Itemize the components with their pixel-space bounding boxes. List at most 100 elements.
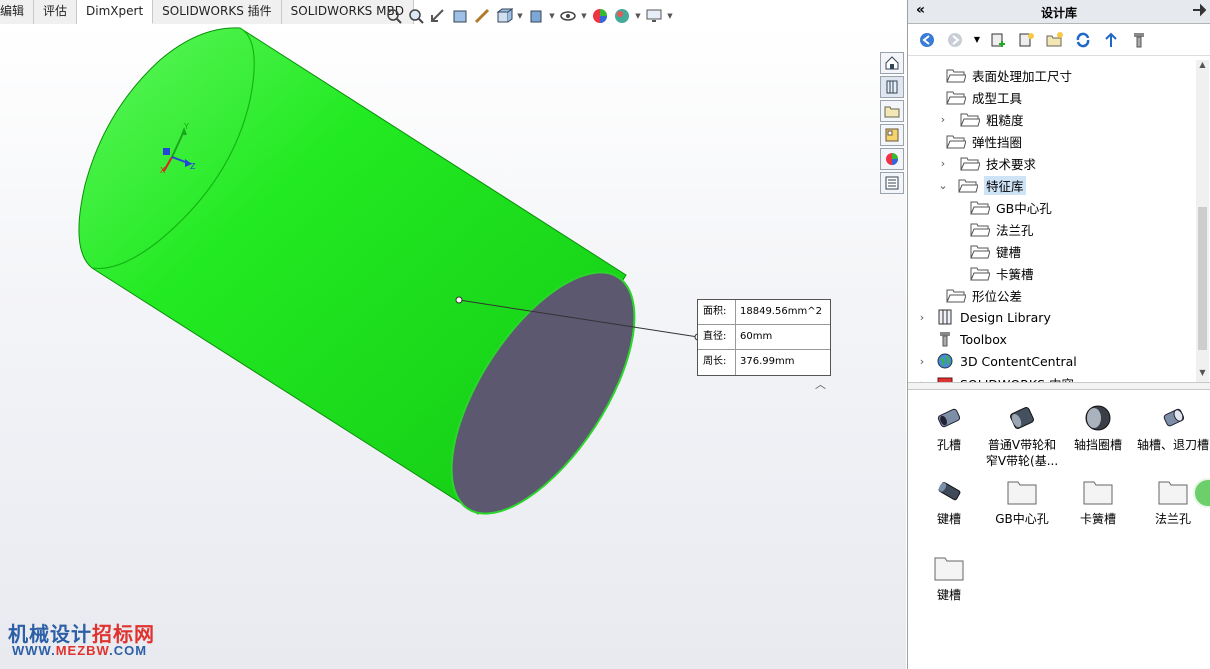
view-settings-icon[interactable] [644, 6, 664, 26]
up-folder-icon[interactable] [1100, 29, 1122, 51]
shaft-groove-icon [1134, 402, 1210, 434]
tree-item-retaining-ring[interactable]: 弹性挡圈 [946, 130, 1022, 152]
tree-item-forming-tools[interactable]: 成型工具 [946, 86, 1022, 108]
design-library-icon [936, 308, 956, 326]
pin-icon[interactable] [1192, 3, 1207, 20]
heads-up-view-toolbar: ▼ ▼ ▼ ▼ ▼ [384, 3, 674, 29]
add-to-library-icon[interactable] [988, 29, 1010, 51]
tree-item-circlip-groove[interactable]: 卡簧槽 [970, 262, 1034, 284]
folder-icon [970, 198, 992, 216]
diameter-value: 60mm [740, 331, 773, 342]
custom-properties-icon[interactable] [880, 172, 904, 194]
folder-icon [946, 132, 968, 150]
view-palette-icon[interactable] [880, 124, 904, 146]
task-pane-tabs [880, 52, 906, 196]
create-new-folder-icon[interactable] [1044, 29, 1066, 51]
scroll-up-icon[interactable]: ▲ [1196, 60, 1209, 74]
history-dropdown-icon[interactable]: ▼ [972, 29, 982, 51]
hide-show-icon[interactable] [558, 6, 578, 26]
tab-dimxpert[interactable]: DimXpert [77, 0, 154, 24]
area-label: 面积: [698, 300, 736, 324]
tree-item-feature-library[interactable]: ⌄ 特征库 [938, 174, 1026, 196]
edit-appearance-icon[interactable] [590, 6, 610, 26]
tab-evaluate[interactable]: 评估 [34, 0, 78, 24]
folder-open-icon [958, 176, 980, 194]
view-orientation-icon[interactable] [494, 6, 514, 26]
home-icon[interactable] [880, 52, 904, 74]
tree-item-tech-requirements[interactable]: › 技术要求 [940, 152, 1036, 174]
file-explorer-icon[interactable] [880, 100, 904, 122]
tab-solidworks-addins[interactable]: SOLIDWORKS 插件 [153, 0, 282, 24]
diameter-label: 直径: [698, 325, 736, 349]
dynamic-annotation-icon[interactable] [472, 6, 492, 26]
tree-item-gdt[interactable]: 形位公差 [946, 284, 1022, 306]
tree-item-solidworks-content[interactable]: ›SOLIDWORKS 内容 [918, 372, 1074, 382]
library-item-keyway[interactable]: 键槽 [910, 476, 988, 527]
collapse-icon[interactable]: ⌄ [938, 179, 948, 192]
expand-icon[interactable]: › [918, 355, 926, 368]
back-icon[interactable] [916, 29, 938, 51]
add-file-location-icon[interactable] [1016, 29, 1038, 51]
tree-item-design-library[interactable]: › Design Library [918, 306, 1051, 328]
hole-slot-icon [910, 402, 988, 434]
scroll-thumb[interactable] [1198, 207, 1207, 350]
expand-icon[interactable]: › [940, 157, 946, 170]
tab-edit[interactable]: 编辑 [0, 0, 35, 24]
globe-icon [936, 352, 956, 370]
tree-item-keyway[interactable]: 键槽 [970, 240, 1021, 262]
tree-scrollbar[interactable]: ▲ ▼ [1196, 60, 1209, 382]
callout-anchor [455, 296, 463, 304]
tree-item-3d-contentcentral[interactable]: › 3D ContentCentral [918, 350, 1077, 372]
tree-item-surface-treatment[interactable]: 表面处理加工尺寸 [946, 64, 1072, 86]
apply-scene-icon[interactable] [612, 6, 632, 26]
v-pulley-icon [983, 402, 1061, 434]
tree-item-toolbox[interactable]: Toolbox [936, 328, 1007, 350]
library-item-hole-slot[interactable]: 孔槽 [910, 402, 988, 453]
folder-icon [983, 476, 1061, 508]
zoom-area-icon[interactable] [406, 6, 426, 26]
toolbox-bolt-icon[interactable] [1128, 29, 1150, 51]
keyway-icon [910, 476, 988, 508]
appearances-icon[interactable] [880, 148, 904, 170]
expand-icon[interactable]: › [940, 113, 946, 126]
collapse-callout-icon[interactable]: ︿ [815, 376, 826, 392]
perimeter-label: 周长: [698, 350, 736, 375]
forward-icon[interactable] [944, 29, 966, 51]
pane-title: 设计库 [1040, 6, 1077, 20]
scroll-down-icon[interactable]: ▼ [1196, 368, 1209, 382]
folder-icon [970, 242, 992, 260]
solidworks-window: 编辑 评估 DimXpert SOLIDWORKS 插件 SOLIDWORKS … [0, 0, 1210, 669]
display-style-icon[interactable] [526, 6, 546, 26]
triad-x-label: X [160, 166, 166, 175]
pane-toolbar: ▼ [908, 24, 1210, 56]
library-item-shaft-groove[interactable]: 轴槽、退刀槽 [1134, 402, 1210, 453]
folder-icon [960, 154, 982, 172]
tree-item-roughness[interactable]: › 粗糙度 [940, 108, 1024, 130]
watermark-url: WWW.MEZBW.COM [12, 643, 148, 658]
refresh-icon[interactable] [1072, 29, 1094, 51]
triad-y-label: Y [184, 122, 189, 131]
folder-icon [946, 286, 968, 304]
library-tree: 表面处理加工尺寸 成型工具 › 粗糙度 弹性挡圈 › 技术要求 ⌄ 特征库 GB中心孔… [908, 60, 1196, 382]
area-value: 18849.56mm^2 [740, 306, 822, 317]
library-items-grid: 孔槽 普通V带轮和窄V带轮(基... 轴挡圈槽 轴槽、退刀槽 键槽 GB中心孔 [908, 392, 1210, 669]
design-library-icon[interactable] [880, 76, 904, 98]
section-view-icon[interactable] [450, 6, 470, 26]
library-item-circlip-folder[interactable]: 卡簧槽 [1059, 476, 1137, 527]
library-item-shaft-ring-groove[interactable]: 轴挡圈槽 [1059, 402, 1137, 453]
zoom-to-fit-icon[interactable] [384, 6, 404, 26]
previous-view-icon[interactable] [428, 6, 448, 26]
design-library-pane: « 设计库 ▼ 表面处理加工尺寸 成型工具 › 粗糙度 弹性挡圈 › 技术要求 ⌄ 特… [907, 0, 1210, 669]
expand-icon[interactable]: › [918, 311, 926, 324]
library-item-v-pulley[interactable]: 普通V带轮和窄V带轮(基... [983, 402, 1061, 469]
tree-item-gb-center-hole[interactable]: GB中心孔 [970, 196, 1052, 218]
folder-icon [1059, 476, 1137, 508]
folder-icon [946, 66, 968, 84]
folder-icon [946, 88, 968, 106]
library-item-gb-center-hole-folder[interactable]: GB中心孔 [983, 476, 1061, 527]
perimeter-value: 376.99mm [740, 356, 795, 367]
library-item-keyway-folder[interactable]: 键槽 [910, 552, 988, 603]
tree-item-flange-hole[interactable]: 法兰孔 [970, 218, 1034, 240]
solidworks-content-icon [936, 374, 956, 382]
pane-splitter[interactable] [908, 382, 1210, 390]
